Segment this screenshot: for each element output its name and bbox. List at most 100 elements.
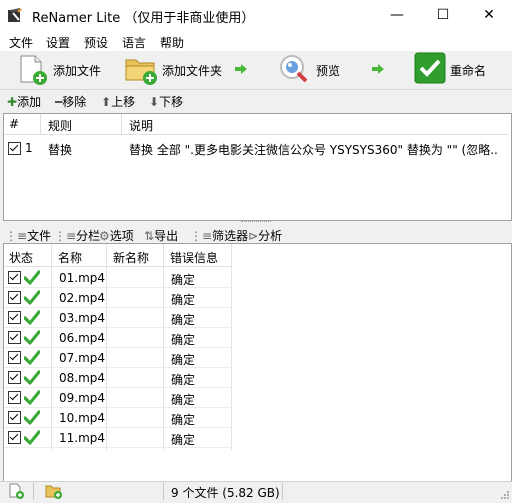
header-underline [4,266,232,267]
move-up-label: 上移 [111,95,136,109]
file-name: 10.mp4 [59,411,106,425]
add-file-icon [20,55,47,85]
tab-files-label: 文件 [27,229,52,243]
close-button[interactable]: ✕ [466,0,512,31]
rule-description: 替换 全部 ".更多电影关注微信公众号 YSYSYS360" 替换为 "" (忽… [129,143,499,157]
file-checkbox[interactable] [8,351,21,364]
status-ok-icon [24,330,40,345]
file-checkbox[interactable] [8,311,21,324]
file-checkbox[interactable] [8,391,21,404]
files-header-new-name: 新名称 [113,251,150,265]
preview-icon [280,55,308,83]
file-row[interactable]: 03.mp4 确定 [4,308,232,328]
arrow-up-icon: ⬆ [101,95,112,109]
file-error: 确定 [171,413,196,427]
status-ok-icon [24,390,40,405]
file-row[interactable]: 10.mp4 确定 [4,408,232,428]
menu-presets[interactable]: 预设 [84,34,108,51]
header-divider [121,114,122,134]
file-row[interactable]: 02.mp4 确定 [4,288,232,308]
minimize-button[interactable]: — [374,0,420,31]
columns-icon: ⋮≡ [54,229,77,243]
file-row[interactable]: 07.mp4 确定 [4,348,232,368]
move-up-button[interactable]: ⬆上移 [101,93,135,110]
tab-options-label: 选项 [109,229,134,243]
file-error: 确定 [171,293,196,307]
header-underline [4,134,509,135]
rule-checkbox[interactable] [8,142,21,155]
arrow-down-icon: ⬇ [149,95,160,109]
status-ok-icon [24,310,40,325]
add-rule-label: 添加 [17,95,42,109]
analyze-icon: ⊳ [248,229,259,243]
add-rule-button[interactable]: ✚添加 [7,93,41,110]
file-checkbox[interactable] [8,331,21,344]
tab-export[interactable]: ⇅导出 [144,227,178,244]
status-ok-icon [24,370,40,385]
file-name: 03.mp4 [59,311,106,325]
export-icon: ⇅ [144,229,155,243]
file-error: 确定 [171,273,196,287]
add-file-small-icon[interactable] [8,483,24,499]
file-checkbox[interactable] [8,371,21,384]
rename-button[interactable]: 重命名 [413,51,495,87]
add-folder-small-icon[interactable] [45,483,63,499]
rule-name: 替换 [48,143,73,157]
tab-columns[interactable]: ⋮≡分栏 [54,227,100,244]
status-ok-icon [24,410,40,425]
menu-file[interactable]: 文件 [9,34,33,51]
tab-filter[interactable]: ⋮≡筛选器 [190,227,248,244]
file-row[interactable]: 11.mp4 确定 [4,428,232,448]
menu-bar [0,31,512,51]
file-checkbox[interactable] [8,291,21,304]
status-divider [282,483,283,500]
status-divider [33,483,34,500]
file-checkbox[interactable] [8,271,21,284]
file-checkbox[interactable] [8,411,21,424]
tab-options[interactable]: ⚙选项 [99,227,134,244]
move-down-button[interactable]: ⬇下移 [149,93,183,110]
menu-language[interactable]: 语言 [122,34,146,51]
file-name: 08.mp4 [59,371,106,385]
preview-button[interactable]: 预览 [278,52,348,86]
status-ok-icon [24,350,40,365]
rename-check-icon [414,52,446,84]
preview-label: 预览 [316,64,341,78]
status-ok-icon [24,290,40,305]
file-error: 确定 [171,313,196,327]
add-folder-button[interactable]: 添加文件夹 [122,52,230,86]
maximize-button[interactable]: ☐ [420,0,466,31]
filter-icon: ⋮≡ [190,229,213,243]
files-header-status: 状态 [9,251,34,265]
remove-rule-button[interactable]: ━移除 [55,93,86,110]
file-row[interactable]: 06.mp4 确定 [4,328,232,348]
file-error: 确定 [171,333,196,347]
file-checkbox[interactable] [8,431,21,444]
panel-splitter[interactable] [0,220,512,225]
file-row[interactable]: 09.mp4 确定 [4,388,232,408]
resize-grip-icon[interactable] [500,490,510,500]
add-files-label: 添加文件 [53,64,102,78]
file-name: 07.mp4 [59,351,106,365]
remove-rule-label: 移除 [62,95,87,109]
file-row[interactable]: 01.mp4 确定 [4,268,232,288]
splitter-grip [241,221,271,224]
status-summary: 9 个文件 (5.82 GB) [171,486,280,500]
arrow-right-icon [372,64,384,74]
menu-settings[interactable]: 设置 [46,34,70,51]
rules-header-rule: 规则 [48,119,73,133]
rename-label: 重命名 [450,64,487,78]
status-ok-icon [24,270,40,285]
add-files-button[interactable]: 添加文件 [14,52,114,86]
menu-help[interactable]: 帮助 [160,34,184,51]
rules-table [3,113,512,221]
file-row[interactable]: 08.mp4 确定 [4,368,232,388]
rule-row[interactable]: 1 替换 替换 全部 ".更多电影关注微信公众号 YSYSYS360" 替换为 … [4,138,509,158]
status-divider [163,483,164,500]
tab-export-label: 导出 [154,229,179,243]
tab-files[interactable]: ⋮≡文件 [5,227,51,244]
file-error: 确定 [171,353,196,367]
tab-analyze[interactable]: ⊳分析 [248,227,282,244]
file-error: 确定 [171,373,196,387]
arrow-right-icon [235,64,247,74]
